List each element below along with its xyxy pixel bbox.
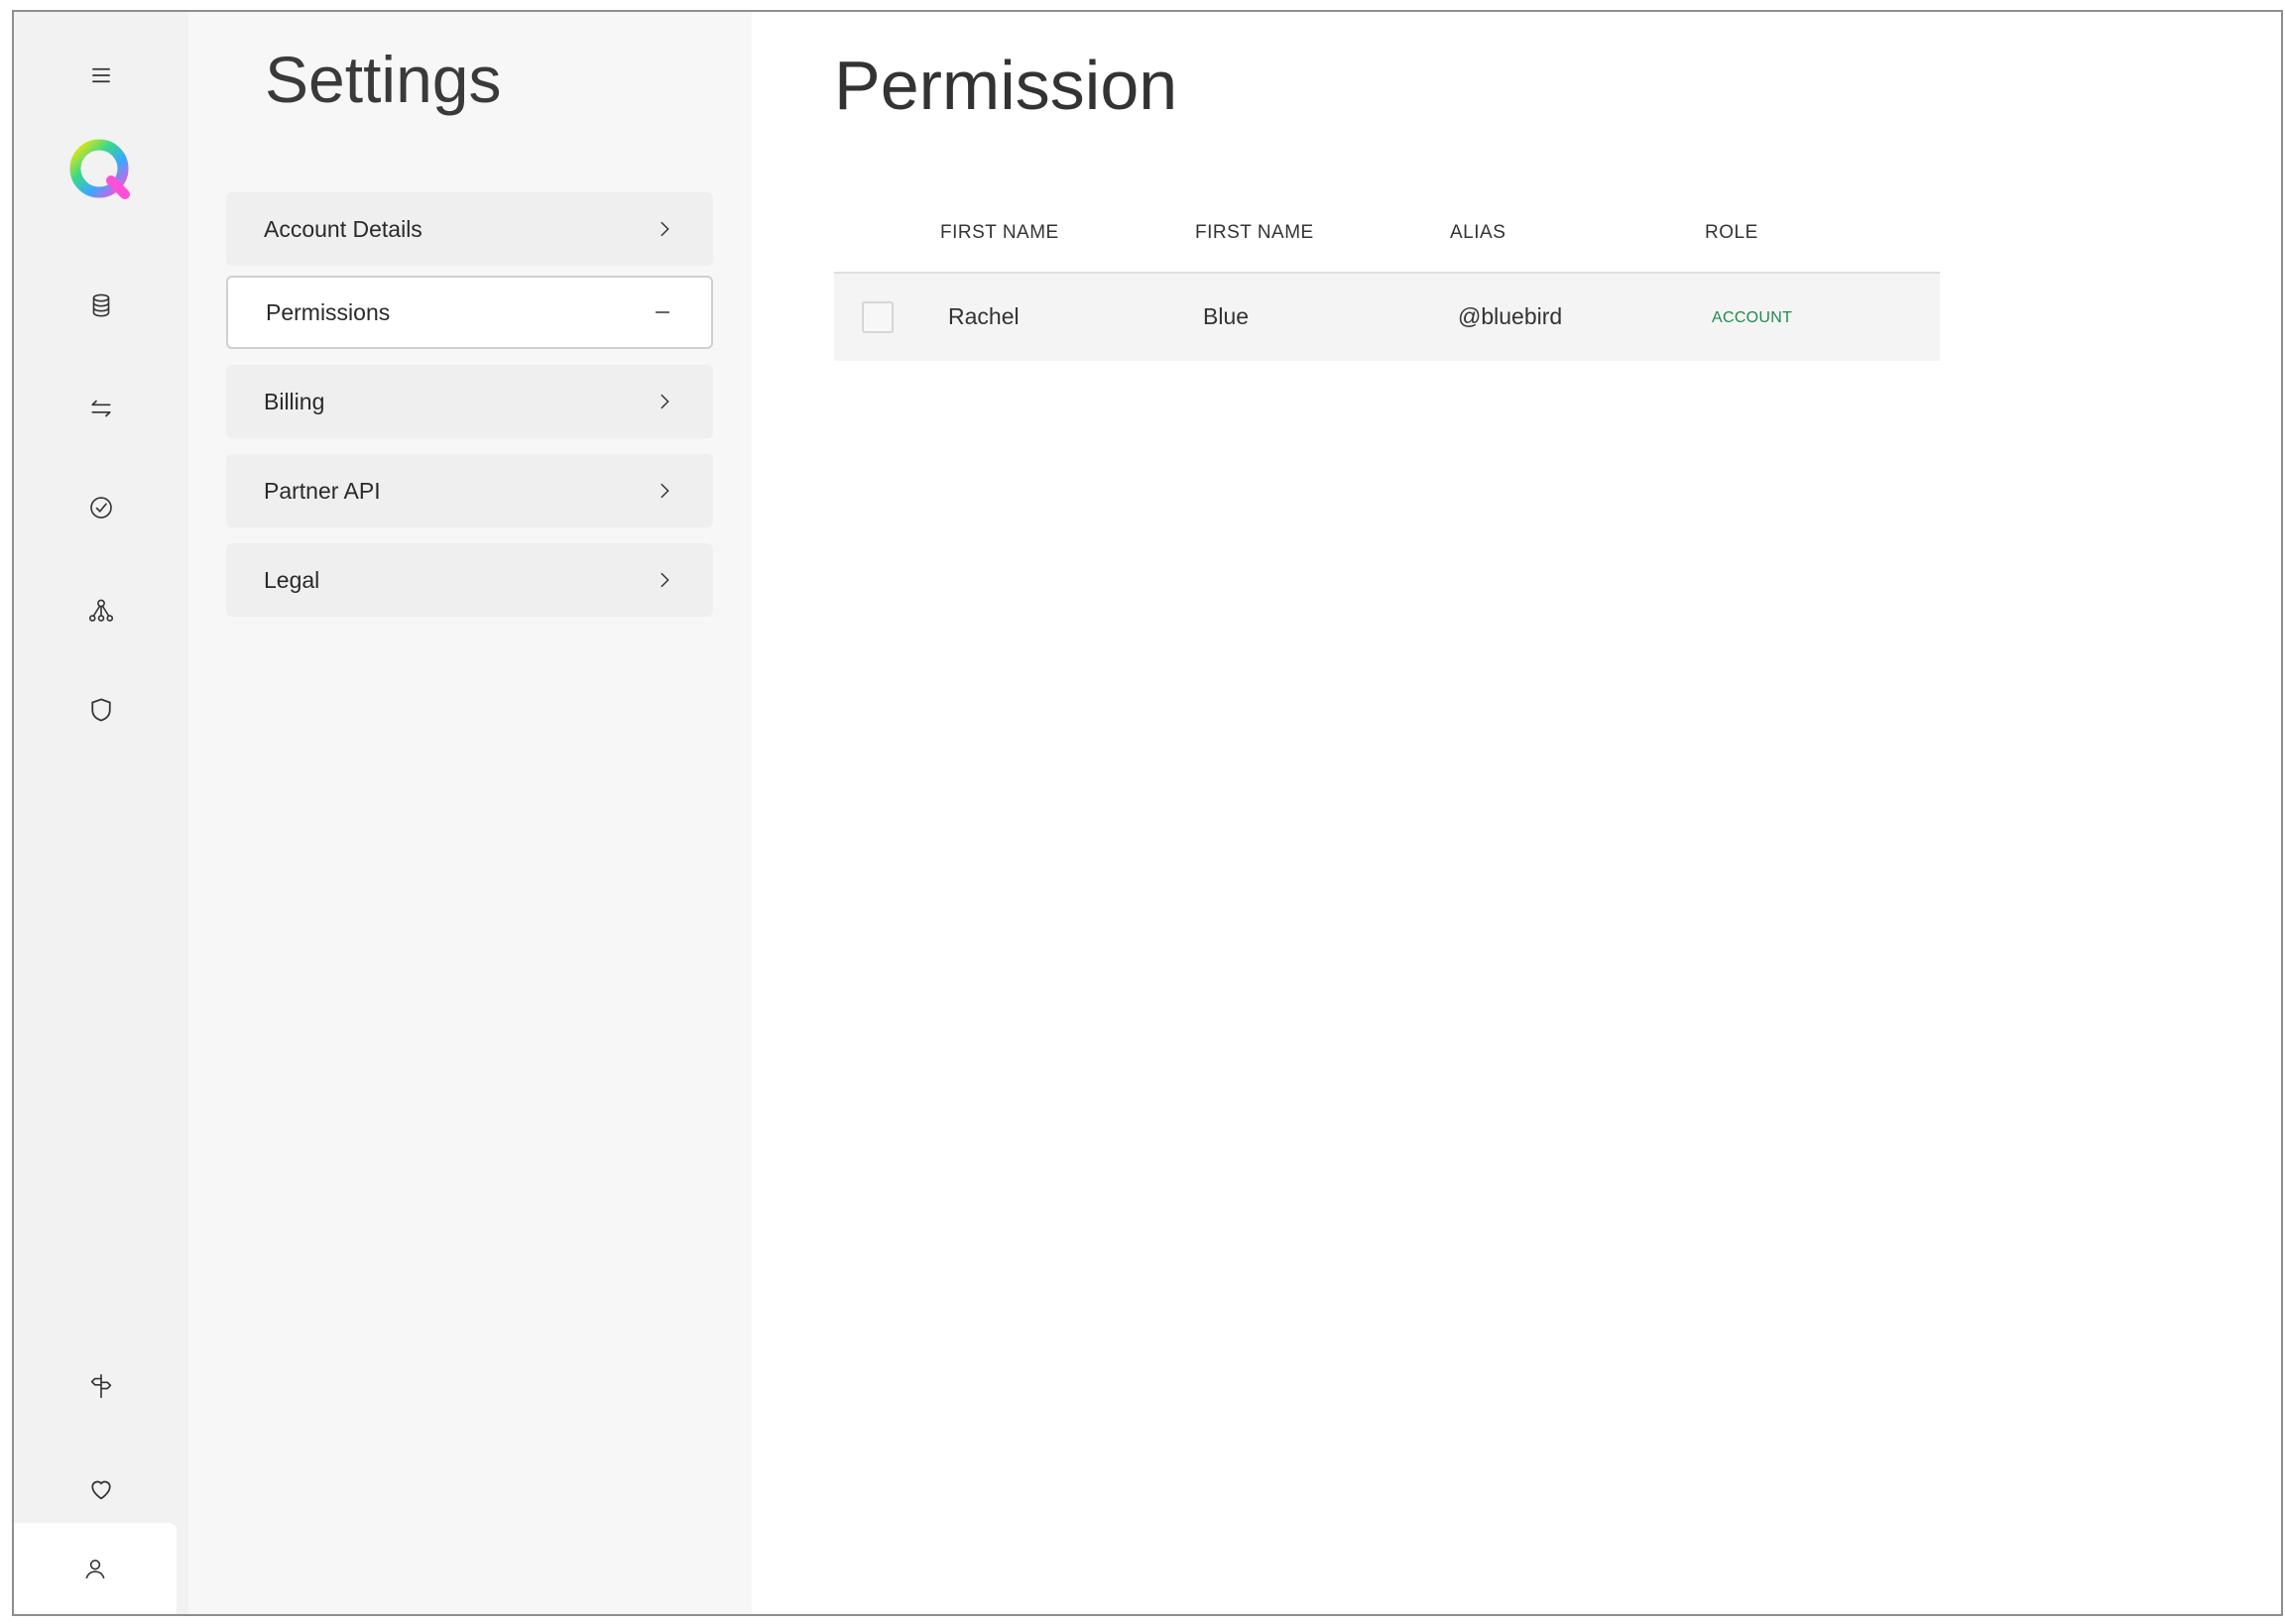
- row-checkbox[interactable]: [862, 301, 894, 333]
- database-icon[interactable]: [73, 278, 129, 333]
- settings-menu-billing[interactable]: Billing: [226, 365, 713, 438]
- main-content: Permissions FIRST NAME FIRST NAME ALIAS …: [752, 12, 2281, 1614]
- minus-icon: [652, 301, 673, 323]
- transfer-icon[interactable]: [73, 381, 129, 436]
- column-header-alias[interactable]: ALIAS: [1450, 222, 1505, 244]
- chevron-right-icon: [654, 391, 675, 412]
- signpost-icon[interactable]: [73, 1358, 129, 1414]
- settings-panel: Settings Account Details Permissions Bil…: [188, 12, 752, 1614]
- user-icon[interactable]: [14, 1523, 177, 1614]
- menu-item-label: Permissions: [266, 298, 391, 325]
- menu-item-label: Partner API: [264, 477, 381, 504]
- menu-item-label: Billing: [264, 388, 325, 414]
- chevron-right-icon: [654, 569, 675, 591]
- column-header-role[interactable]: ROLE: [1705, 222, 1758, 244]
- role-badge: ACCOUNT: [1712, 309, 1793, 326]
- table-header: FIRST NAME FIRST NAME ALIAS ROLE: [834, 200, 1940, 274]
- icon-rail: [14, 12, 188, 1614]
- check-circle-icon[interactable]: [73, 480, 129, 535]
- settings-menu-legal[interactable]: Legal: [226, 543, 713, 617]
- logo-icon[interactable]: [65, 135, 137, 206]
- menu-icon[interactable]: [73, 48, 129, 103]
- settings-menu-account-details[interactable]: Account Details: [226, 192, 713, 266]
- table-row[interactable]: Rachel Blue @bluebird ACCOUNT: [834, 274, 1940, 361]
- menu-item-label: Account Details: [264, 215, 422, 242]
- shield-icon[interactable]: [73, 682, 129, 738]
- menu-item-label: Legal: [264, 566, 320, 593]
- network-icon[interactable]: [73, 583, 129, 638]
- settings-menu-permissions[interactable]: Permissions: [226, 276, 713, 349]
- column-header-first-name[interactable]: FIRST NAME: [940, 222, 1059, 244]
- cell-last-name: Blue: [1203, 303, 1250, 329]
- app-window: Settings Account Details Permissions Bil…: [12, 10, 2283, 1616]
- column-header-first-name-2[interactable]: FIRST NAME: [1195, 222, 1314, 244]
- cell-first-name: Rachel: [948, 303, 1020, 329]
- cell-alias: @bluebird: [1458, 303, 1563, 329]
- chevron-right-icon: [654, 480, 675, 502]
- settings-menu-partner-api[interactable]: Partner API: [226, 454, 713, 527]
- permissions-table: FIRST NAME FIRST NAME ALIAS ROLE Rachel …: [834, 200, 1940, 361]
- chevron-right-icon: [654, 218, 675, 240]
- settings-title: Settings: [265, 43, 502, 116]
- page-title: Permissions: [834, 47, 1174, 124]
- heart-icon[interactable]: [73, 1461, 129, 1517]
